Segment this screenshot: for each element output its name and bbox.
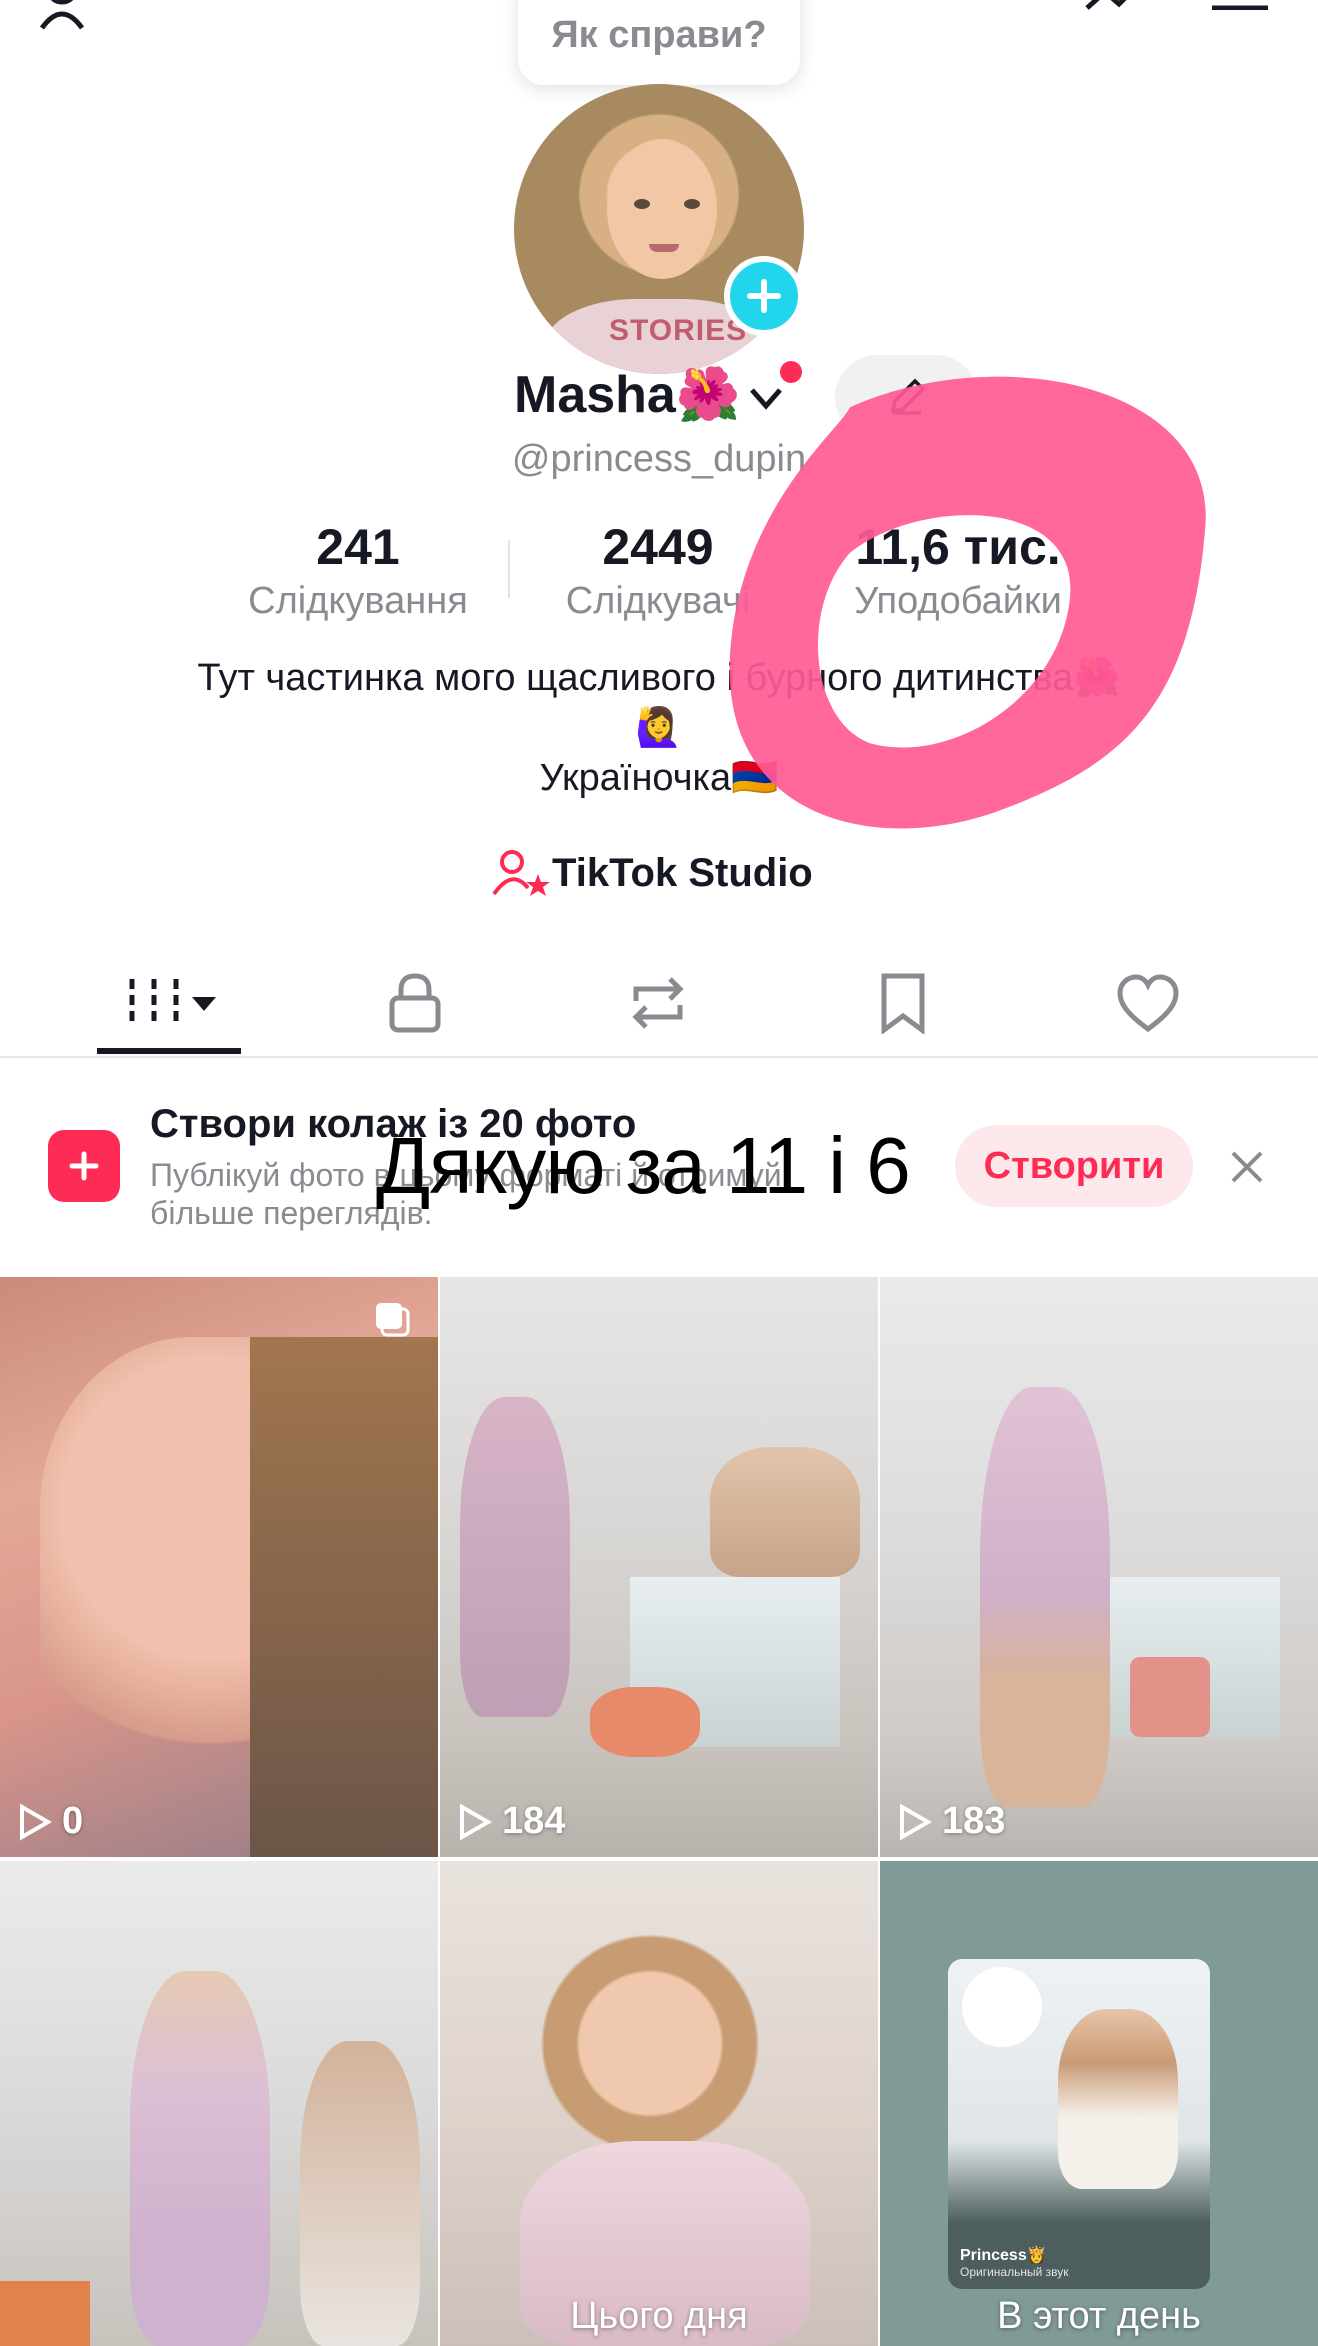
chevron-down-icon[interactable] — [746, 380, 786, 416]
avatar-face — [607, 139, 717, 279]
stat-likes[interactable]: 11,6 тис. Уподобайки — [818, 518, 1098, 623]
tiktok-studio-label: TikTok Studio — [552, 850, 813, 895]
plus-icon — [747, 279, 781, 313]
avatar-eye-left — [634, 199, 650, 209]
stat-likes-label: Уподобайки — [854, 580, 1062, 622]
view-count: 183 — [894, 1800, 1005, 1843]
lock-icon — [389, 973, 441, 1033]
thumb-person — [300, 2041, 420, 2346]
profile-username: @princess_dupin — [511, 438, 807, 480]
stat-followers-value: 2449 — [602, 519, 714, 575]
avatar-mouth — [649, 244, 679, 252]
stat-followers-label: Слідкувачі — [565, 580, 751, 622]
repost-icon — [632, 977, 684, 1029]
stat-divider — [808, 540, 810, 598]
view-count: 0 — [14, 1800, 83, 1843]
tab-reposts[interactable] — [578, 950, 738, 1056]
thumb-toy — [590, 1687, 700, 1757]
thumb-hair — [250, 1337, 438, 1857]
memory-card: Princess👸 Оригинальный звук — [948, 1959, 1210, 2289]
bio-line-2: 🙋‍♀️ — [635, 707, 683, 749]
stat-followers[interactable]: 2449 Слідкувачі — [518, 518, 798, 623]
bio-line-1: Тут частинка мого щасливого і бурного ди… — [197, 657, 1121, 699]
close-icon[interactable] — [1225, 1145, 1269, 1189]
bunny-sticker — [962, 1967, 1042, 2047]
bio-line-3: Україночка🇦🇲 — [539, 757, 779, 799]
account-switch-badge — [780, 361, 802, 383]
stat-following-value: 241 — [316, 519, 400, 575]
stat-following[interactable]: 241 Слідкування — [218, 518, 498, 623]
video-caption: В этот день — [997, 2295, 1201, 2337]
thumb-person — [980, 1387, 1110, 1807]
heart-icon — [1117, 974, 1179, 1033]
video-thumbnail[interactable]: 0 — [0, 1277, 438, 1857]
carousel-icon — [372, 1299, 412, 1339]
card-title: Princess👸 — [960, 2247, 1047, 2264]
pencil-icon — [890, 378, 925, 415]
thumb-person — [710, 1447, 860, 1577]
thumb-toy — [0, 2281, 90, 2346]
video-thumbnail[interactable]: Princess👸 Оригинальный звук В этот день — [880, 1861, 1318, 2346]
thumb-person — [1058, 2009, 1178, 2189]
thumb-person — [460, 1397, 570, 1717]
share-icon[interactable] — [1085, 0, 1145, 10]
video-thumbnail[interactable]: Цього дня — [440, 1861, 878, 2346]
tiktok-studio-link[interactable]: TikTok Studio — [492, 848, 813, 898]
thumb-person — [130, 1971, 270, 2346]
create-collage-button[interactable]: Створити — [955, 1125, 1193, 1207]
stat-following-label: Слідкування — [248, 580, 468, 622]
grid-icon — [129, 979, 216, 1027]
status-bubble[interactable]: Як справи? — [518, 0, 800, 85]
avatar-eye-right — [684, 199, 700, 209]
notification-indicator[interactable]: 15 — [965, 0, 1055, 20]
avatar-shirt-text: STORIES — [609, 314, 748, 347]
video-thumbnail[interactable] — [0, 1861, 438, 2346]
profile-tabs — [0, 950, 1318, 1058]
card-subtitle: Оригинальный звук — [960, 2265, 1069, 2279]
play-icon — [460, 1803, 493, 1840]
thumb-chair — [1130, 1657, 1210, 1737]
stat-likes-value: 11,6 тис. — [855, 519, 1061, 575]
active-tab-indicator — [97, 1048, 241, 1054]
view-count: 184 — [454, 1800, 565, 1843]
play-icon — [20, 1803, 53, 1840]
tab-videos[interactable] — [90, 950, 250, 1056]
bookmark-icon — [881, 973, 925, 1034]
video-thumbnail[interactable]: 184 — [440, 1277, 878, 1857]
tab-favorites[interactable] — [823, 950, 983, 1056]
profile-name[interactable]: Masha🌺 — [514, 364, 741, 425]
tab-private[interactable] — [335, 950, 495, 1056]
stat-divider — [508, 540, 510, 598]
overlay-caption-text: Дякую за 11 і 6 — [376, 1121, 911, 1210]
status-bubble-text: Як справи? — [551, 14, 767, 56]
video-caption: Цього дня — [570, 2295, 748, 2337]
add-friend-icon[interactable] — [39, 0, 120, 30]
play-icon — [900, 1803, 933, 1840]
add-story-button[interactable] — [724, 256, 804, 336]
edit-profile-button[interactable] — [835, 355, 978, 439]
tab-liked[interactable] — [1068, 950, 1228, 1056]
collage-icon — [48, 1130, 120, 1202]
studio-icon — [492, 850, 550, 896]
video-thumbnail[interactable]: 183 — [880, 1277, 1318, 1857]
